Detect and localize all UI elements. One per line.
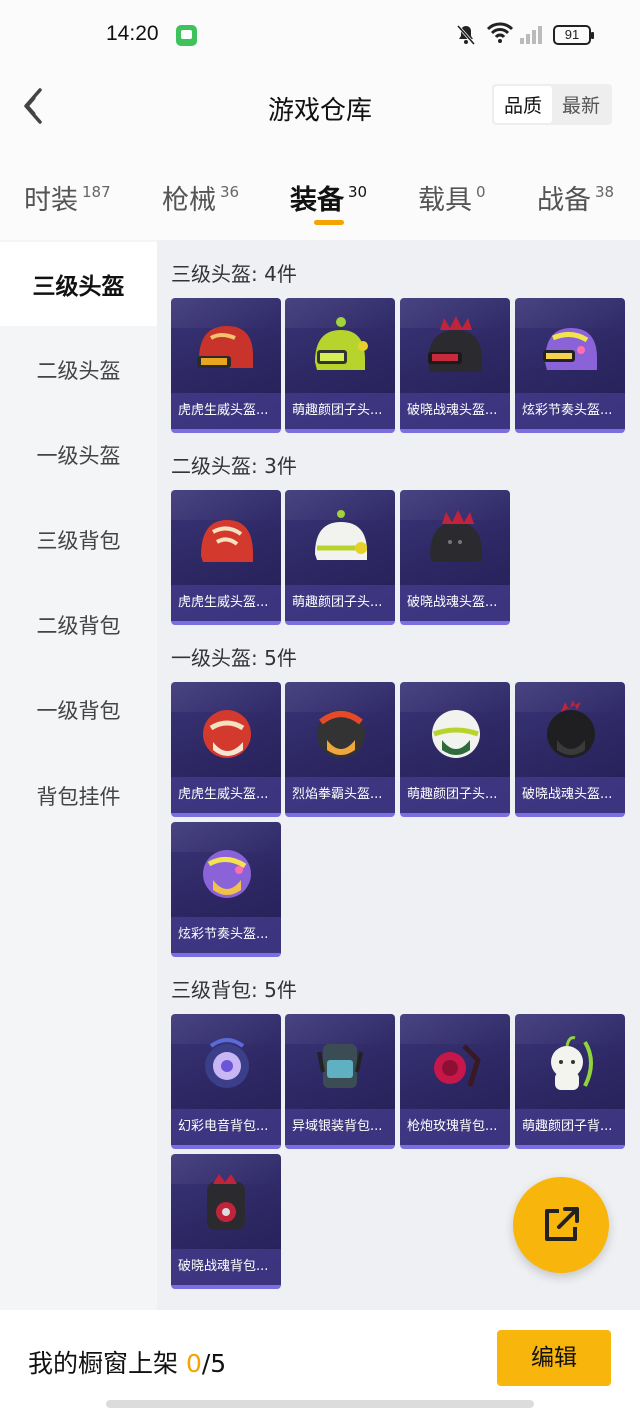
- bell-off-icon: [456, 24, 476, 51]
- showcase-status: 我的橱窗上架 0/5: [28, 1349, 227, 1378]
- item-card[interactable]: 烈焰拳霸头盔...: [285, 682, 395, 817]
- section-title: 三级头盔: 4件: [171, 262, 297, 286]
- item-card[interactable]: 破晓战魂头盔...: [400, 298, 510, 433]
- item-grid: 三级头盔: 4件 虎虎生威头盔... 萌趣颜团子头... 破晓战魂头盔... 炫…: [157, 240, 640, 1310]
- sidebar-item-level1-helmet[interactable]: 一级头盔: [0, 413, 157, 497]
- backpack-icon: [434, 1044, 481, 1087]
- item-name: 萌趣颜团子头...: [400, 777, 510, 813]
- item-card[interactable]: 虎虎生威头盔...: [171, 298, 281, 433]
- item-name: 萌趣颜团子头...: [285, 585, 395, 621]
- sidebar-item-level3-helmet[interactable]: 三级头盔: [0, 242, 157, 326]
- signal-icon: [520, 24, 546, 44]
- tab-count: 187: [82, 183, 111, 201]
- edit-button[interactable]: 编辑: [497, 1330, 611, 1386]
- item-name: 炫彩节奏头盔...: [171, 917, 281, 953]
- backpack-icon: [551, 1036, 593, 1090]
- bottom-bar: 我的橱窗上架 0/5 编辑: [0, 1310, 640, 1408]
- item-name: 炫彩节奏头盔...: [515, 393, 625, 429]
- helmet-icon: [197, 326, 253, 368]
- item-name: 枪炮玫瑰背包...: [400, 1109, 510, 1145]
- sidebar-item-level3-backpack[interactable]: 三级背包: [0, 498, 157, 582]
- backpack-icon: [317, 1044, 363, 1088]
- section-title: 一级头盔: 5件: [171, 646, 297, 670]
- helmet-icon: [315, 510, 367, 560]
- item-name: 破晓战魂头盔...: [400, 585, 510, 621]
- battery-icon: 91: [553, 25, 594, 45]
- item-name: 破晓战魂头盔...: [515, 777, 625, 813]
- item-name: 幻彩电音背包...: [171, 1109, 281, 1145]
- tab-fashion[interactable]: 时装 187: [24, 178, 111, 217]
- item-card[interactable]: 虎虎生威头盔...: [171, 490, 281, 625]
- sort-toggle: 品质 最新: [491, 84, 612, 125]
- status-bar: 14:20 91: [0, 0, 640, 70]
- item-name: 破晓战魂背包...: [171, 1249, 281, 1285]
- helmet-icon: [317, 710, 365, 758]
- tab-supplies[interactable]: 战备 38: [537, 178, 614, 217]
- helmet-icon: [543, 328, 597, 370]
- item-name: 异域银装背包...: [285, 1109, 395, 1145]
- item-card[interactable]: 破晓战魂背包...: [171, 1154, 281, 1289]
- item-name: 破晓战魂头盔...: [400, 393, 510, 429]
- showcase-count: 0: [185, 1349, 202, 1378]
- tab-count: 38: [595, 183, 615, 201]
- item-name: 虎虎生威头盔...: [171, 393, 281, 429]
- sidebar-item-backpack-charm[interactable]: 背包挂件: [0, 754, 157, 838]
- item-name: 烈焰拳霸头盔...: [285, 777, 395, 813]
- item-card[interactable]: 萌趣颜团子背...: [515, 1014, 625, 1149]
- item-name: 虎虎生威头盔...: [171, 585, 281, 621]
- tab-equipment[interactable]: 装备 30: [290, 178, 367, 217]
- tab-count: 30: [348, 183, 368, 201]
- share-icon: [545, 1207, 579, 1241]
- helmet-icon: [547, 700, 595, 758]
- share-button[interactable]: [513, 1177, 609, 1273]
- helmet-icon: [315, 317, 368, 370]
- sort-by-quality[interactable]: 品质: [493, 86, 552, 123]
- status-time: 14:20: [106, 22, 159, 45]
- item-card[interactable]: 萌趣颜团子头...: [400, 682, 510, 817]
- item-card[interactable]: 枪炮玫瑰背包...: [400, 1014, 510, 1149]
- helmet-icon: [428, 316, 482, 372]
- section-title: 三级背包: 5件: [171, 978, 297, 1002]
- item-card[interactable]: 破晓战魂头盔...: [515, 682, 625, 817]
- sort-by-newest[interactable]: 最新: [552, 86, 610, 123]
- sidebar-item-level2-backpack[interactable]: 二级背包: [0, 583, 157, 667]
- wifi-icon: [486, 20, 514, 50]
- backpack-icon: [205, 1038, 249, 1088]
- tab-vehicles[interactable]: 载具 0: [418, 178, 486, 217]
- helmet-icon: [430, 510, 482, 562]
- item-card[interactable]: 破晓战魂头盔...: [400, 490, 510, 625]
- item-card[interactable]: 萌趣颜团子头...: [285, 490, 395, 625]
- tab-count: 0: [476, 183, 486, 201]
- helmet-icon: [201, 520, 253, 562]
- item-name: 虎虎生威头盔...: [171, 777, 281, 813]
- category-tabs: 时装 187 枪械 36 装备 30 载具 0 战备 38: [0, 150, 640, 240]
- item-card[interactable]: 异域银装背包...: [285, 1014, 395, 1149]
- helmet-icon: [432, 710, 480, 758]
- message-icon: [176, 25, 197, 46]
- sidebar-item-level1-backpack[interactable]: 一级背包: [0, 668, 157, 752]
- active-tab-indicator: [314, 220, 344, 225]
- sidebar: 三级头盔 二级头盔 一级头盔 三级背包 二级背包 一级背包 背包挂件: [0, 240, 157, 1310]
- item-card[interactable]: 炫彩节奏头盔...: [515, 298, 625, 433]
- item-card[interactable]: 炫彩节奏头盔...: [171, 822, 281, 957]
- tab-count: 36: [220, 183, 240, 201]
- helmet-icon: [203, 850, 251, 898]
- item-card[interactable]: 虎虎生威头盔...: [171, 682, 281, 817]
- tab-weapons[interactable]: 枪械 36: [162, 178, 239, 217]
- helmet-icon: [203, 710, 251, 758]
- item-name: 萌趣颜团子背...: [515, 1109, 625, 1145]
- header: 游戏仓库 品质 最新: [0, 70, 640, 150]
- home-indicator[interactable]: [106, 1400, 534, 1408]
- backpack-icon: [207, 1174, 245, 1230]
- sidebar-item-level2-helmet[interactable]: 二级头盔: [0, 328, 157, 412]
- item-name: 萌趣颜团子头...: [285, 393, 395, 429]
- item-card[interactable]: 萌趣颜团子头...: [285, 298, 395, 433]
- item-card[interactable]: 幻彩电音背包...: [171, 1014, 281, 1149]
- section-title: 二级头盔: 3件: [171, 454, 297, 478]
